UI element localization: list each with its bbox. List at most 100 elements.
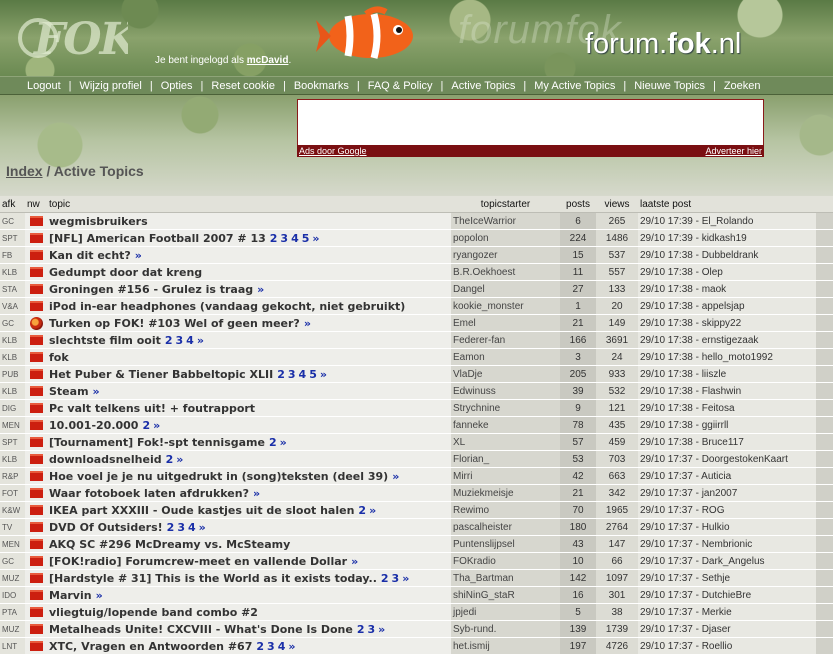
topic-link[interactable]: Turken op FOK! #103 Wel of geen meer? — [49, 317, 300, 330]
table-row[interactable]: K&W IKEA part XXXIII - Oude kastjes uit d… — [0, 501, 833, 519]
go-to-last-page-icon[interactable]: » — [253, 487, 260, 500]
topic-starter[interactable]: TheIceWarrior — [451, 212, 560, 230]
page-link[interactable]: 2 — [165, 334, 173, 347]
topic-link[interactable]: Marvin — [49, 589, 92, 602]
last-post[interactable]: 29/10 17:38 - Feitosa — [638, 399, 816, 417]
page-link[interactable]: 2 — [357, 623, 365, 636]
table-row[interactable]: MUZ [Hardstyle # 31] This is the World as… — [0, 569, 833, 587]
topic-starter[interactable]: Florian_ — [451, 450, 560, 468]
last-post[interactable]: 29/10 17:37 - ROG — [638, 501, 816, 519]
username-link[interactable]: mcDavid — [247, 55, 289, 66]
page-link[interactable]: 4 — [188, 521, 196, 534]
go-to-last-page-icon[interactable]: » — [351, 555, 358, 568]
ads-by-google-link[interactable]: Ads door Google — [299, 145, 367, 157]
last-post[interactable]: 29/10 17:37 - Auticia — [638, 467, 816, 485]
forum-abbrev[interactable]: V&A — [0, 297, 25, 315]
col-header-afk[interactable]: afk — [0, 196, 25, 213]
table-row[interactable]: KLB fok Eamon 3 24 29/10 17:38 - hello_moto19… — [0, 348, 833, 366]
table-row[interactable]: STA Groningen #156 - Grulez is traag » Dang… — [0, 280, 833, 298]
forum-abbrev[interactable]: DIG — [0, 399, 25, 417]
last-post[interactable]: 29/10 17:39 - kidkash19 — [638, 229, 816, 247]
topic-starter[interactable]: VlaDje — [451, 365, 560, 383]
forum-abbrev[interactable]: IDO — [0, 586, 25, 604]
topic-starter[interactable]: Federer-fan — [451, 331, 560, 349]
go-to-last-page-icon[interactable]: » — [197, 334, 204, 347]
table-row[interactable]: R&P Hoe voel je je nu uitgedrukt in (song… — [0, 467, 833, 485]
page-link[interactable]: 3 — [267, 640, 275, 653]
page-link[interactable]: 3 — [367, 623, 375, 636]
last-post[interactable]: 29/10 17:38 - skippy22 — [638, 314, 816, 332]
forum-abbrev[interactable]: FOT — [0, 484, 25, 502]
topic-starter[interactable]: Mirri — [451, 467, 560, 485]
topic-starter[interactable]: kookie_monster — [451, 297, 560, 315]
topic-starter[interactable]: het.ismij — [451, 637, 560, 655]
go-to-last-page-icon[interactable]: » — [153, 419, 160, 432]
table-row[interactable]: KLB slechtste film ooit 2 3 4» Federer-fan 166… — [0, 331, 833, 349]
breadcrumb-index-link[interactable]: Index — [6, 163, 43, 179]
topic-starter[interactable]: Eamon — [451, 348, 560, 366]
forum-abbrev[interactable]: MEN — [0, 535, 25, 553]
topic-starter[interactable]: popolon — [451, 229, 560, 247]
topic-link[interactable]: Kan dit echt? — [49, 249, 131, 262]
page-link[interactable]: 2 — [277, 368, 285, 381]
table-row[interactable]: GC Turken op FOK! #103 Wel of geen meer? »… — [0, 314, 833, 332]
table-row[interactable]: GC wegmisbruikers TheIceWarrior 6 265 29/10 1… — [0, 212, 833, 230]
table-row[interactable]: FOT Waar fotoboek laten afdrukken? » Muziek… — [0, 484, 833, 502]
topic-link[interactable]: DVD Of Outsiders! — [49, 521, 163, 534]
page-link[interactable]: 3 — [280, 232, 288, 245]
page-link[interactable]: 4 — [278, 640, 286, 653]
col-header-posts[interactable]: posts — [560, 196, 596, 213]
topic-link[interactable]: [Hardstyle # 31] This is the World as it… — [49, 572, 377, 585]
topic-starter[interactable]: Tha_Bartman — [451, 569, 560, 587]
go-to-last-page-icon[interactable]: » — [96, 589, 103, 602]
table-row[interactable]: KLB Gedumpt door dat kreng B.R.Oekhoest 11 5… — [0, 263, 833, 281]
nav-logout[interactable]: Logout — [27, 80, 61, 92]
topic-link[interactable]: Steam — [49, 385, 89, 398]
table-row[interactable]: SPT [Tournament] Fok!-spt tennisgame 2» XL 5… — [0, 433, 833, 451]
last-post[interactable]: 29/10 17:37 - Nembrionic — [638, 535, 816, 553]
topic-link[interactable]: [NFL] American Football 2007 # 13 — [49, 232, 266, 245]
topic-link[interactable]: [Tournament] Fok!-spt tennisgame — [49, 436, 265, 449]
forum-abbrev[interactable]: SPT — [0, 229, 25, 247]
topic-starter[interactable]: XL — [451, 433, 560, 451]
forum-abbrev[interactable]: TV — [0, 518, 25, 536]
last-post[interactable]: 29/10 17:38 - maok — [638, 280, 816, 298]
last-post[interactable]: 29/10 17:38 - Olep — [638, 263, 816, 281]
topic-link[interactable]: 10.001-20.000 — [49, 419, 138, 432]
last-post[interactable]: 29/10 17:37 - Roellio — [638, 637, 816, 655]
topic-starter[interactable]: FOKradio — [451, 552, 560, 570]
table-row[interactable]: FB Kan dit echt? » ryangozer 15 537 29/10 17:3… — [0, 246, 833, 264]
nav-bookmarks[interactable]: Bookmarks — [294, 80, 349, 92]
forum-abbrev[interactable]: PTA — [0, 603, 25, 621]
last-post[interactable]: 29/10 17:37 - Merkie — [638, 603, 816, 621]
forum-abbrev[interactable]: MEN — [0, 416, 25, 434]
page-link[interactable]: 3 — [288, 368, 296, 381]
topic-link[interactable]: Metalheads Unite! CXCVIII - What's Done … — [49, 623, 353, 636]
forum-abbrev[interactable]: KLB — [0, 348, 25, 366]
nav-zoeken[interactable]: Zoeken — [724, 80, 761, 92]
forum-abbrev[interactable]: KLB — [0, 263, 25, 281]
topic-starter[interactable]: Edwinuss — [451, 382, 560, 400]
topic-starter[interactable]: Rewimo — [451, 501, 560, 519]
last-post[interactable]: 29/10 17:38 - appelsjap — [638, 297, 816, 315]
last-post[interactable]: 29/10 17:38 - liiszle — [638, 365, 816, 383]
go-to-last-page-icon[interactable]: » — [199, 521, 206, 534]
forum-abbrev[interactable]: R&P — [0, 467, 25, 485]
forum-abbrev[interactable]: KLB — [0, 331, 25, 349]
topic-link[interactable]: [FOK!radio] Forumcrew-meet en vallende D… — [49, 555, 347, 568]
last-post[interactable]: 29/10 17:38 - hello_moto1992 — [638, 348, 816, 366]
table-row[interactable]: MEN AKQ SC #296 McDreamy vs. McSteamy Punt… — [0, 535, 833, 553]
page-link[interactable]: 2 — [166, 453, 174, 466]
table-row[interactable]: KLB downloadsnelheid 2» Florian_ 53 703 29/10 … — [0, 450, 833, 468]
table-row[interactable]: SPT [NFL] American Football 2007 # 13 2 3 4 5… — [0, 229, 833, 247]
forum-abbrev[interactable]: MUZ — [0, 620, 25, 638]
go-to-last-page-icon[interactable]: » — [378, 623, 385, 636]
topic-starter[interactable]: jpjedi — [451, 603, 560, 621]
last-post[interactable]: 29/10 17:37 - Hulkio — [638, 518, 816, 536]
topic-starter[interactable]: Syb-rund. — [451, 620, 560, 638]
go-to-last-page-icon[interactable]: » — [93, 385, 100, 398]
fok-logo[interactable]: FOK! — [16, 4, 155, 68]
go-to-last-page-icon[interactable]: » — [280, 436, 287, 449]
page-link[interactable]: 4 — [291, 232, 299, 245]
topic-link[interactable]: Het Puber & Tiener Babbeltopic XLII — [49, 368, 273, 381]
